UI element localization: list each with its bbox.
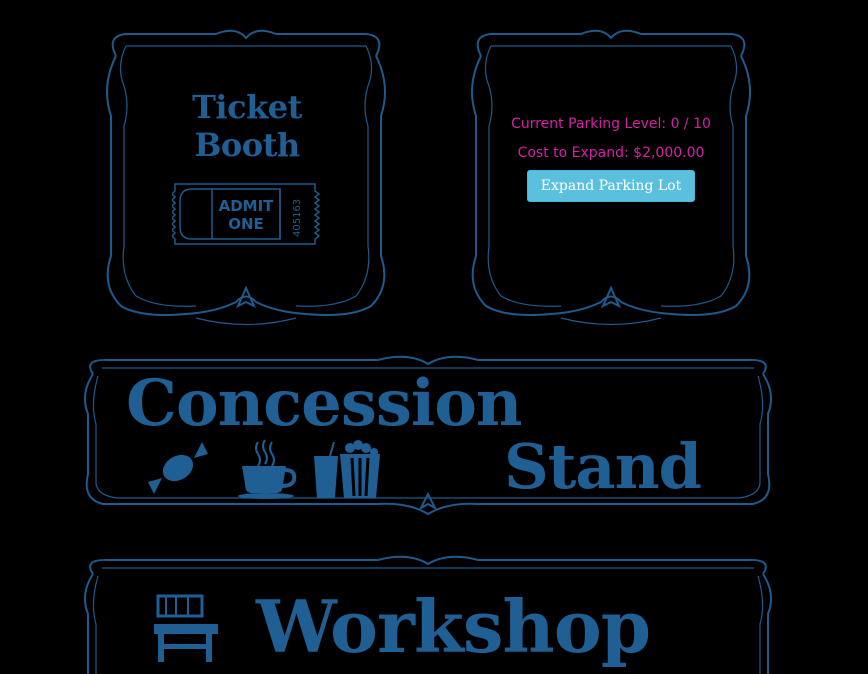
candy-icon: [148, 442, 208, 494]
parking-panel: Current Parking Level: 0 / 10 Cost to Ex…: [461, 26, 761, 326]
ornate-frame: [106, 29, 386, 326]
workbench-icon: [154, 594, 218, 662]
expand-parking-button[interactable]: Expand Parking Lot: [526, 170, 696, 202]
ticket-booth-title: Ticket Booth: [192, 88, 302, 164]
ticket-one-text: ONE: [228, 215, 264, 233]
parking-info: Current Parking Level: 0 / 10 Cost to Ex…: [461, 116, 761, 202]
admit-one-ticket-icon[interactable]: ADMIT ONE 405163: [172, 181, 322, 247]
parking-cost-text: Cost to Expand: $2,000.00: [517, 145, 705, 161]
popcorn-drink-icon: [314, 440, 380, 498]
ticket-booth-panel[interactable]: Ticket Booth ADMIT ONE 405163: [96, 26, 396, 326]
concession-title-line2: Stand: [504, 430, 702, 503]
workshop-panel[interactable]: Workshop: [78, 554, 778, 674]
parking-level-text: Current Parking Level: 0 / 10: [511, 116, 711, 132]
workshop-title: Workshop: [256, 584, 651, 669]
concession-stand-panel[interactable]: Concession Stand: [78, 354, 778, 518]
coffee-cup-icon: [238, 439, 297, 499]
concession-title-line1: Concession: [126, 366, 522, 441]
ticket-number-text: 405163: [292, 199, 303, 237]
ticket-admit-text: ADMIT: [219, 197, 275, 215]
